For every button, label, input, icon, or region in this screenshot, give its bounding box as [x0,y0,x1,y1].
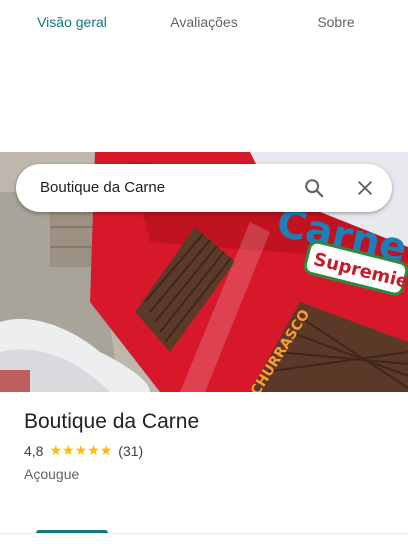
rating-value: 4,8 [24,443,44,459]
place-info: Boutique da Carne 4,8 ★ ★ ★ ★ ★ (31) Aço… [24,408,394,484]
search-icon[interactable] [298,172,330,204]
tabs-divider [0,533,408,534]
close-icon[interactable] [349,172,381,204]
place-category[interactable]: Açougue [24,464,394,484]
tab-overview[interactable]: Visão geral [24,0,120,44]
star-icon: ★ [87,443,100,459]
star-icon: ★ [62,443,75,459]
star-rating: ★ ★ ★ ★ ★ [49,444,112,458]
rating-row[interactable]: 4,8 ★ ★ ★ ★ ★ (31) [24,440,394,462]
search-input[interactable]: Boutique da Carne [40,164,165,212]
place-title: Boutique da Carne [24,410,200,433]
tab-reviews[interactable]: Avaliações [152,0,256,44]
star-icon: ★ [49,443,63,459]
review-count[interactable]: (31) [118,443,143,459]
star-icon: ★ [74,443,88,459]
search-bar[interactable]: Boutique da Carne [16,164,392,212]
tab-about[interactable]: Sobre [296,0,376,44]
star-icon: ★ [99,443,113,459]
